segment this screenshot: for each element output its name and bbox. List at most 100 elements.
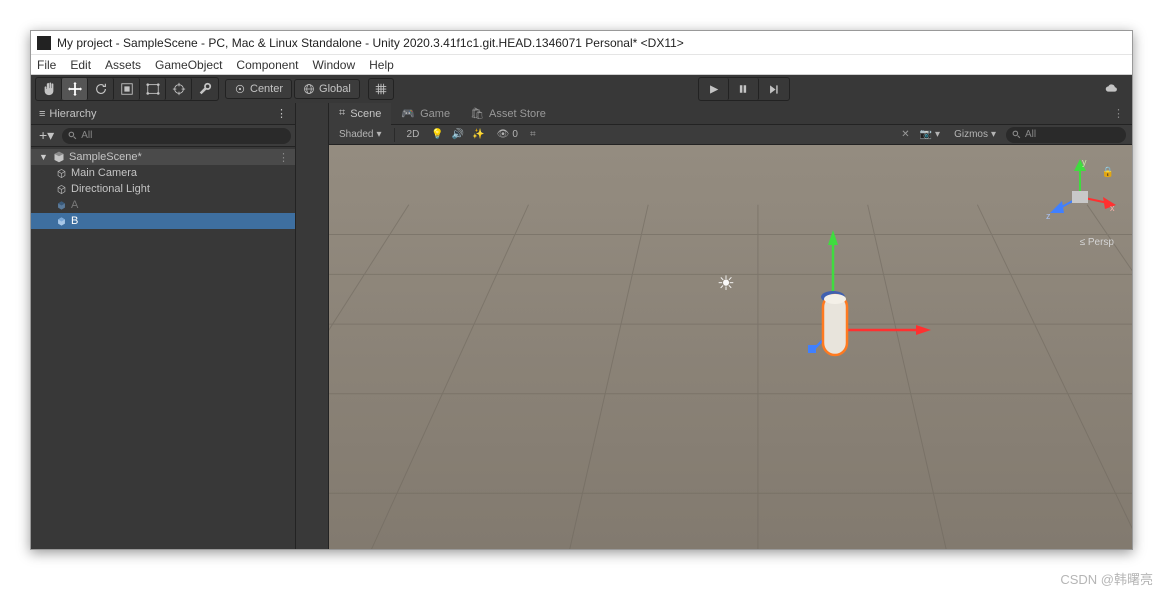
unity-scene-icon [53,151,65,163]
projection-label[interactable]: ≤ Persp [1080,237,1114,248]
step-button[interactable] [759,78,789,100]
audio-toggle[interactable]: 🔊 [452,129,464,140]
wrench-icon [198,82,212,96]
scale-icon [120,82,134,96]
foldout-arrow-icon[interactable]: ▼ [39,152,49,162]
move-tool-button[interactable] [62,78,88,100]
globe-icon [303,83,315,95]
prefab-icon [55,215,67,227]
camera-icon: 📷 [920,129,932,140]
hierarchy-search-input[interactable]: All [62,128,291,144]
scene-panel: ⌗ Scene 🎮 Game 🛍 Asset Store ⋮ Shaded ▾ [329,103,1132,549]
move-icon [68,82,82,96]
2d-toggle[interactable]: 2D [403,127,424,143]
create-button[interactable]: +▾ [35,127,58,144]
svg-text:y: y [1082,157,1087,167]
tab-asset-store[interactable]: 🛍 Asset Store [460,103,556,125]
custom-tool-button[interactable] [192,78,218,100]
menu-file[interactable]: File [37,58,56,72]
snap-button[interactable] [368,78,394,100]
gizmos-dropdown[interactable]: Gizmos ▾ [950,127,1000,143]
grid-snap-icon [374,82,388,96]
panel-menu-icon: ≡ [39,108,43,120]
step-icon [768,84,779,95]
hierarchy-item-camera[interactable]: Main Camera [31,165,295,181]
tab-options-icon[interactable]: ⋮ [1105,107,1132,120]
scene-menu-icon[interactable]: ⋮ [278,151,295,164]
svg-text:z: z [1046,211,1051,221]
chevron-down-icon: ▾ [376,129,381,140]
menu-help[interactable]: Help [369,58,394,72]
titlebar[interactable]: My project - SampleScene - PC, Mac & Lin… [31,31,1132,55]
eye-off-icon: 👁 [497,129,510,140]
scene-search-input[interactable]: All [1006,127,1126,143]
window-title: My project - SampleScene - PC, Mac & Lin… [57,36,684,50]
space-mode-button[interactable]: Global [294,79,360,99]
lighting-toggle[interactable]: 💡 [431,129,443,140]
camera-dropdown[interactable]: 📷▾ [916,127,944,143]
transform-tool-group [35,77,219,101]
game-icon: 🎮 [401,107,415,120]
search-icon [1012,130,1021,139]
grid-toggle[interactable]: ⌗ [530,129,536,140]
chevron-down-icon: ▾ [991,129,996,140]
tools-icon[interactable]: ✕ [901,129,909,140]
scene-toolbar: Shaded ▾ 2D 💡 🔊 ✨ 👁 0 ⌗ ✕ 📷▾ Gizmos [329,125,1132,145]
viewport-grid [329,145,1132,549]
play-controls [698,77,790,101]
account-button[interactable] [1098,78,1124,100]
lock-icon[interactable]: 🔒 [1102,167,1114,178]
tab-scene[interactable]: ⌗ Scene [329,103,391,125]
menu-gameobject[interactable]: GameObject [155,58,222,72]
hierarchy-title: Hierarchy [49,108,96,120]
scene-viewport[interactable]: ☀ [329,145,1132,549]
scene-name: SampleScene* [69,151,142,163]
hierarchy-panel: ≡ Hierarchy ⋮ +▾ All ▼ SampleScene* ⋮ [31,103,296,549]
play-icon [708,84,719,95]
fx-toggle[interactable]: ✨ [472,129,484,140]
hierarchy-item-b[interactable]: B [31,213,295,229]
rect-icon [146,82,160,96]
main-toolbar: Center Global [31,75,1132,103]
cloud-icon [1104,82,1118,96]
prefab-icon [55,199,67,211]
shading-mode-dropdown[interactable]: Shaded ▾ [335,127,386,143]
pause-icon [738,84,748,94]
scale-tool-button[interactable] [114,78,140,100]
panel-options-icon[interactable]: ⋮ [276,107,287,120]
cart-icon: 🛍 [470,107,484,120]
rotate-icon [94,82,108,96]
unity-logo-icon [37,36,51,50]
pause-button[interactable] [729,78,759,100]
app-window: My project - SampleScene - PC, Mac & Lin… [30,30,1133,550]
rect-tool-button[interactable] [140,78,166,100]
scene-grid-icon: ⌗ [339,107,345,120]
gameobject-icon [55,183,67,195]
hierarchy-item-a[interactable]: A [31,197,295,213]
scene-root[interactable]: ▼ SampleScene* ⋮ [31,149,295,165]
transform-tool-button[interactable] [166,78,192,100]
search-icon [68,131,77,140]
menu-edit[interactable]: Edit [70,58,91,72]
hierarchy-header[interactable]: ≡ Hierarchy ⋮ [31,103,295,125]
menubar: File Edit Assets GameObject Component Wi… [31,55,1132,75]
pivot-mode-button[interactable]: Center [225,79,292,99]
hierarchy-item-light[interactable]: Directional Light [31,181,295,197]
watermark: CSDN @韩曙亮 [1060,569,1153,588]
svg-text:x: x [1110,203,1115,213]
rotate-tool-button[interactable] [88,78,114,100]
menu-window[interactable]: Window [312,58,355,72]
orientation-gizmo[interactable]: y x z 🔒 [1040,155,1120,235]
selected-object-gizmo[interactable] [761,225,941,405]
hand-icon [42,82,56,96]
menu-assets[interactable]: Assets [105,58,141,72]
center-icon [234,83,246,95]
directional-light-gizmo-icon[interactable]: ☀ [717,271,735,296]
hidden-objects-dropdown[interactable]: 👁 0 [493,127,522,143]
tab-game[interactable]: 🎮 Game [391,103,460,125]
play-button[interactable] [699,78,729,100]
gameobject-icon [55,167,67,179]
panel-resizer[interactable] [296,103,329,549]
hand-tool-button[interactable] [36,78,62,100]
menu-component[interactable]: Component [236,58,298,72]
